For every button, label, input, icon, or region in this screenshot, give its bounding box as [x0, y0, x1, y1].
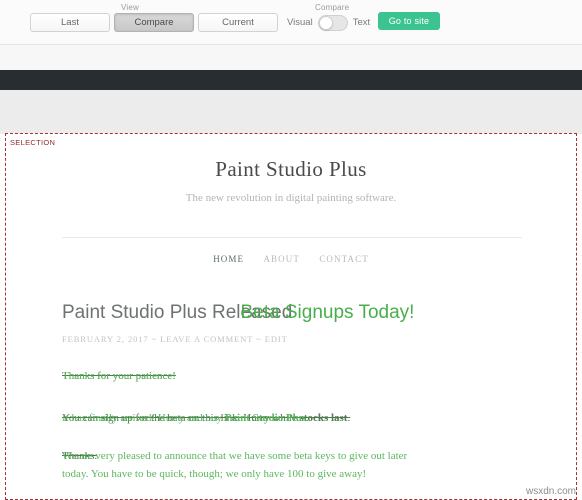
- view-mode-last-button[interactable]: Last: [30, 13, 110, 32]
- body-new-para-2-bold: Paint Studio Plus: [224, 412, 307, 424]
- selection-badge: SELECTION: [10, 138, 56, 147]
- body-block-3: Thanks. We are very pleased to announce …: [62, 447, 522, 480]
- watermark: wsxdn.com: [525, 486, 576, 497]
- toggle-label-visual: Visual: [287, 17, 313, 28]
- body-new-para-3-line-1: We are very pleased to announce that we …: [62, 450, 408, 462]
- nav-divider: [62, 237, 522, 238]
- view-mode-button-group: Last Compare Current: [30, 13, 282, 32]
- body-new-para-2: It has finally arrived! Hurry and buy Pa…: [62, 409, 522, 427]
- meta-separator-1: ~: [151, 334, 158, 344]
- view-mode-current-button[interactable]: Current: [198, 13, 278, 32]
- body-block-1: Thanks for your patience! Thanks for you…: [62, 367, 522, 385]
- selection-region[interactable]: SELECTION Paint Studio Plus The new revo…: [5, 133, 577, 500]
- comparison-toolbar: View Compare Last Compare Current Visual…: [0, 0, 582, 45]
- blog-post: Paint Studio Plus Released Paint Studio …: [62, 300, 522, 480]
- page-top-gray-strip: [0, 90, 582, 134]
- leave-a-comment-link[interactable]: LEAVE A COMMENT: [160, 334, 253, 344]
- body-block-2: You can sign up for the beta on this lin…: [62, 409, 522, 427]
- visual-text-toggle[interactable]: [317, 14, 348, 31]
- body-new-para-2-lead: It has finally arrived! Hurry and buy: [62, 412, 225, 424]
- site-title: Paint Studio Plus: [215, 157, 367, 181]
- post-body-diff-stack: Thanks for your patience! Thanks for you…: [62, 367, 522, 480]
- view-group-label: View: [121, 3, 139, 12]
- site-navigation: HOME ABOUT CONTACT: [6, 254, 576, 264]
- view-mode-compare-button[interactable]: Compare: [114, 13, 194, 32]
- nav-item-contact[interactable]: CONTACT: [319, 254, 368, 264]
- site-tagline: The new revolution in digital painting s…: [185, 192, 397, 204]
- compare-mode-control: Visual Text: [287, 13, 370, 32]
- post-meta: FEBRUARY 2, 2017 ~ LEAVE A COMMENT ~ EDI…: [62, 334, 522, 344]
- goto-site-button[interactable]: Go to site: [378, 12, 440, 30]
- toolbar-gap-strip: [0, 45, 582, 70]
- compare-group-label: Compare: [315, 3, 350, 12]
- post-title-new: Paint Studio Plus RelBeta Signups Today!: [62, 300, 522, 326]
- meta-separator-2: ~: [256, 334, 262, 344]
- post-title-diff-stack: Paint Studio Plus Released Paint Studio …: [62, 300, 522, 326]
- dark-admin-bar: [0, 70, 582, 90]
- nav-item-about[interactable]: ABOUT: [263, 254, 300, 264]
- body-new-para-1: Thanks for your patience!: [62, 370, 176, 382]
- post-title-new-text: Beta Signups Today!: [240, 302, 415, 323]
- edit-post-link[interactable]: EDIT: [265, 334, 288, 344]
- site-header: Paint Studio Plus The new revolution in …: [6, 157, 576, 204]
- toggle-knob: [318, 15, 333, 30]
- body-new-para-3: We are very pleased to announce that we …: [62, 447, 522, 483]
- body-new-para-3-line-2: today. You have to be quick, though; we …: [62, 468, 367, 480]
- nav-item-home[interactable]: HOME: [213, 254, 244, 264]
- body-new-para-2-tail: .: [306, 412, 309, 424]
- post-date: FEBRUARY 2, 2017: [62, 334, 149, 344]
- toggle-label-text: Text: [352, 17, 371, 28]
